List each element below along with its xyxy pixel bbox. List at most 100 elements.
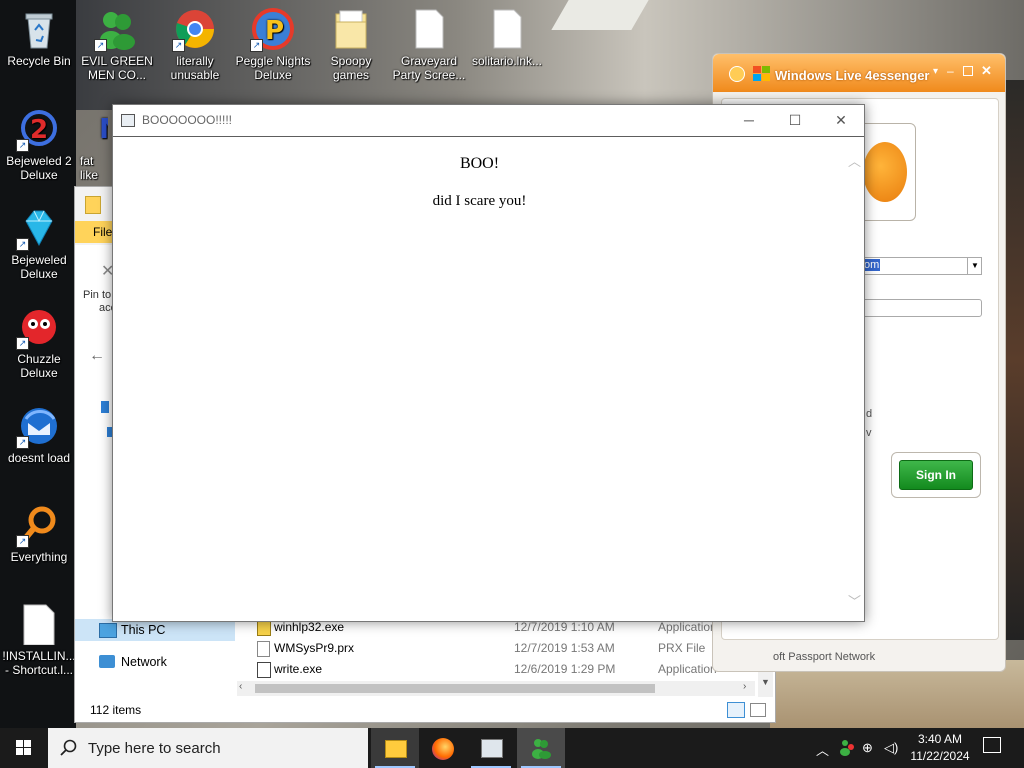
close-button[interactable]: ✕ <box>818 105 864 136</box>
desktop-icon-label: Everything <box>10 550 68 564</box>
start-button[interactable] <box>0 728 48 768</box>
network-icon <box>99 655 115 668</box>
scroll-down-icon[interactable]: ▼ <box>761 677 770 687</box>
desktop-icon-fat-like[interactable]: M fat like <box>64 108 108 182</box>
popup-title: BOOOOOOO!!!!! <box>142 113 233 127</box>
boo-popup-window[interactable]: BOOOOOOO!!!!! ─ ☐ ✕ BOO! did I scare you… <box>112 104 865 622</box>
quick-access-icon <box>101 401 109 413</box>
system-clock[interactable]: 3:40 AM 11/22/2024 <box>898 731 982 765</box>
thunderbird-icon: ↗ <box>16 405 60 449</box>
messenger-footer[interactable]: oft Passport Network <box>773 651 875 663</box>
desktop-icon-label: Recycle Bin <box>7 54 71 68</box>
desktop-icon-label: Peggle Nights Deluxe <box>235 54 311 82</box>
minimize-icon[interactable]: – <box>947 64 954 78</box>
horizontal-scrollbar[interactable]: ‹ › <box>237 681 755 696</box>
file-icon <box>257 641 270 657</box>
password-field[interactable] <box>862 299 982 317</box>
sidebar-item-label: This PC <box>121 623 166 637</box>
volume-icon[interactable]: ◁) <box>884 740 898 756</box>
maximize-button[interactable]: ☐ <box>772 105 818 136</box>
taskbar-search-box[interactable]: Type here to search <box>48 728 368 768</box>
file-date: 12/7/2019 1:53 AM <box>514 641 615 655</box>
desktop-icon-label: Graveyard Party Scree... <box>392 54 466 82</box>
desktop-icon-graveyard-party[interactable]: Graveyard Party Scree... <box>389 8 469 82</box>
messenger-tray-icon[interactable] <box>838 738 856 759</box>
svg-text:M: M <box>99 112 108 145</box>
desktop-icon-solitario[interactable]: solitario.lnk... <box>467 8 547 68</box>
sidebar-item-network[interactable]: Network <box>75 651 235 673</box>
scroll-left-icon[interactable]: ‹ <box>239 681 242 692</box>
messenger-buddy-icon <box>530 737 552 759</box>
file-type: Application <box>658 662 717 676</box>
scroll-right-icon[interactable]: › <box>743 681 746 692</box>
network-globe-icon[interactable]: ⊕ <box>862 740 873 756</box>
messenger-title: Windows Live 4essenger <box>775 68 930 83</box>
desktop-icon-spoopy-games[interactable]: Spoopy games <box>311 8 391 82</box>
details-view-icon[interactable] <box>727 702 745 718</box>
maximize-icon[interactable] <box>963 66 973 76</box>
windows-flag-icon <box>753 66 771 82</box>
desktop-icon-recycle-bin[interactable]: Recycle Bin <box>0 8 79 68</box>
taskbar-firefox[interactable] <box>419 728 467 768</box>
email-field[interactable]: om ▼ <box>862 257 982 275</box>
dropdown-icon[interactable]: ▾ <box>933 66 938 77</box>
scroll-down-icon[interactable]: ﹀ <box>848 591 861 610</box>
show-hidden-icons-icon[interactable]: ︿ <box>816 740 829 759</box>
desktop-icon-evil-green-men[interactable]: ↗ EVIL GREEN MEN CO... <box>77 8 157 82</box>
shortcut-arrow-icon: ↗ <box>172 39 185 52</box>
scroll-up-icon[interactable]: ︿ <box>848 151 861 170</box>
table-row[interactable]: WMSysPr9.prx 12/7/2019 1:53 AM PRX File <box>255 638 755 659</box>
file-name: write.exe <box>274 662 323 676</box>
desktop-icon-label: EVIL GREEN MEN CO... <box>81 54 153 82</box>
taskbar-file-explorer[interactable] <box>371 728 419 768</box>
messenger-titlebar: Windows Live 4essenger ▾ – ✕ <box>713 54 1005 92</box>
windows-logo-icon <box>16 740 31 755</box>
notifications-icon[interactable] <box>983 737 1001 753</box>
minimize-button[interactable]: ─ <box>726 105 772 136</box>
desktop-icon-chrome[interactable]: ↗ literally unusable <box>155 8 235 82</box>
desktop-icon-everything[interactable]: ↗ Everything <box>0 504 79 564</box>
popup-scrollbar[interactable]: ︿ ﹀ <box>846 151 862 621</box>
shortcut-arrow-icon: ↗ <box>250 39 263 52</box>
peggle-icon: P ↗ <box>250 8 294 52</box>
remember-me-fragment: d <box>866 408 873 420</box>
bejeweled-2-icon: 2 ↗ <box>16 108 60 152</box>
desktop-icon-installing-shortcut[interactable]: !INSTALLIN... - Shortcut.l... <box>0 603 79 677</box>
search-icon <box>60 739 77 756</box>
computer-icon <box>99 623 117 638</box>
shortcut-arrow-icon: ↗ <box>16 436 29 449</box>
desktop-icon-label: solitario.lnk... <box>471 54 543 68</box>
taskbar-popup-app[interactable] <box>467 728 515 768</box>
taskbar-messenger[interactable] <box>517 728 565 768</box>
boo-message: did I scare you! <box>432 193 527 209</box>
close-icon[interactable]: ✕ <box>981 63 992 79</box>
taskbar: Type here to search ︿ ⊕ ◁) 3:40 AM 11/22… <box>0 728 1024 768</box>
remember-password-fragment: v <box>866 427 872 439</box>
table-row[interactable]: write.exe 12/6/2019 1:29 PM Application <box>255 659 755 680</box>
explorer-status-bar: 112 items <box>75 699 775 721</box>
sidebar-item-this-pc[interactable]: This PC <box>75 619 235 641</box>
large-icons-view-icon[interactable] <box>750 703 766 717</box>
shortcut-arrow-icon: ↗ <box>16 238 29 251</box>
pumpkin-avatar-icon <box>863 142 907 202</box>
desktop-icon-chuzzle[interactable]: ↗ Chuzzle Deluxe <box>0 306 79 380</box>
desktop-icon-peggle[interactable]: P ↗ Peggle Nights Deluxe <box>233 8 313 82</box>
file-list: winhlp32.exe 12/7/2019 1:10 AM Applicati… <box>255 617 755 680</box>
svg-text:2: 2 <box>30 115 48 145</box>
popup-titlebar: BOOOOOOO!!!!! ─ ☐ ✕ <box>113 105 864 137</box>
file-type: PRX File <box>658 641 706 655</box>
sign-in-button[interactable]: Sign In <box>899 460 973 490</box>
desktop-icon-bejeweled[interactable]: ↗ Bejeweled Deluxe <box>0 207 79 281</box>
folder-icon <box>85 196 101 214</box>
pin-to-quick-access-label[interactable]: Pin to <box>83 289 111 301</box>
fat-like-icon: M <box>88 108 108 150</box>
desktop-icon-doesnt-load[interactable]: ↗ doesnt load <box>0 405 79 465</box>
file-date: 12/6/2019 1:29 PM <box>514 662 616 676</box>
file-name: WMSysPr9.prx <box>274 641 355 655</box>
app-window-icon <box>121 114 135 127</box>
chevron-down-icon[interactable]: ▼ <box>967 258 982 274</box>
back-arrow-icon[interactable]: ← <box>89 347 105 365</box>
scrollbar-thumb[interactable] <box>255 684 655 693</box>
messenger-menu-icon[interactable] <box>729 66 745 82</box>
item-count: 112 items <box>90 703 142 717</box>
